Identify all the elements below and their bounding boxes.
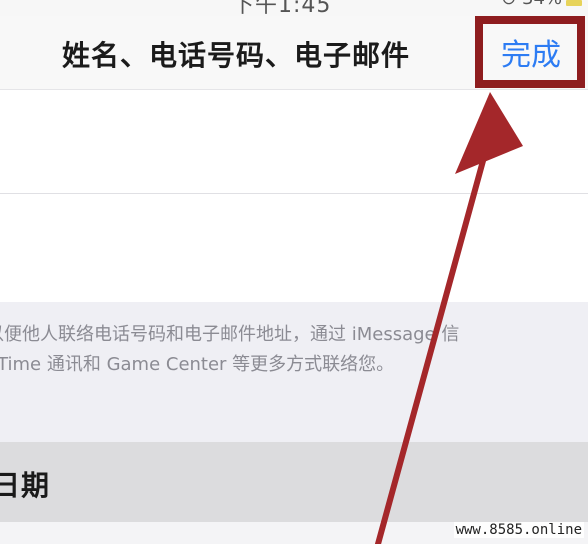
status-time: 下午1:45 <box>232 0 332 16</box>
done-button[interactable]: 完成 <box>491 30 571 73</box>
nav-title: 姓名、电话号码、电子邮件 <box>62 39 411 72</box>
footer-note-line-1: 以便他人联络电话号码和电子邮件地址，通过 iMessage 信 <box>0 324 460 345</box>
footer-note: 以便他人联络电话号码和电子邮件地址，通过 iMessage 信 eTime 通讯和… <box>0 320 588 380</box>
date-section-label: 日期 <box>0 469 51 502</box>
battery-icon <box>566 0 582 6</box>
contact-fields-section <box>0 90 588 302</box>
phone-field-row[interactable] <box>0 194 588 302</box>
status-indicators: ⊙ 34% <box>501 0 562 9</box>
status-bar: 下午1:45 ⊙ 34% <box>0 0 588 16</box>
date-section-header: 日期 <box>0 442 588 522</box>
watermark: www.8585.online <box>453 522 584 538</box>
footer-note-line-2: eTime 通讯和 Game Center 等更多方式联络您。 <box>0 354 395 375</box>
name-field-row[interactable] <box>0 90 588 194</box>
